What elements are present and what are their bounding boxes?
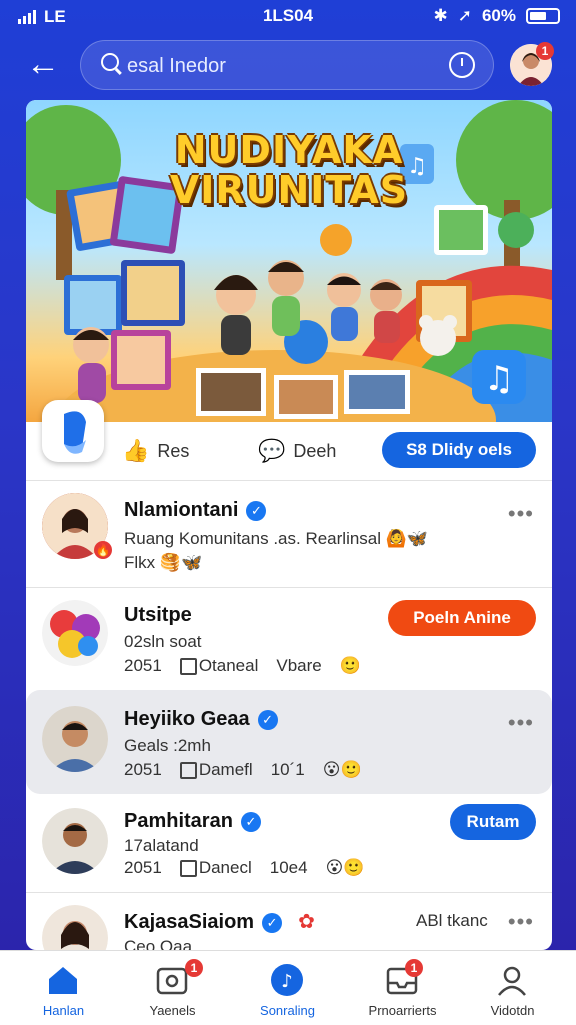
home-icon xyxy=(49,967,77,994)
search-input[interactable] xyxy=(125,49,429,83)
meta-year: 2051 xyxy=(124,858,162,877)
item-meta: 2051 Danecl 10e4 😮🙂 xyxy=(124,858,364,878)
svg-text:♪: ♪ xyxy=(281,971,293,992)
battery-percent: 60% xyxy=(481,6,516,25)
nav-badge: 1 xyxy=(405,959,423,977)
avatar xyxy=(42,706,108,772)
nav-label: Vidotdn xyxy=(490,1003,535,1018)
item-line2: Flkx 🥞🦋 xyxy=(124,553,203,572)
comment-icon: 💬 xyxy=(258,438,286,463)
location-icon: ➚ xyxy=(457,6,472,25)
smiley-icon: 🙂 xyxy=(339,656,361,675)
action-row: 👍 Res 💬 Deeh S8 Dlidy oels xyxy=(26,422,552,480)
avatar xyxy=(42,808,108,874)
avatar-badge: 🔥 xyxy=(94,541,112,559)
flower-icon: ✿ xyxy=(298,911,315,933)
nav-home[interactable]: Hanlan xyxy=(6,951,121,1025)
profile-icon xyxy=(498,966,526,996)
like-label: Res xyxy=(157,440,190,461)
emoji-icon: 🥞🦋 xyxy=(159,553,203,572)
verified-icon: ✓ xyxy=(240,811,261,832)
more-options-icon[interactable]: ••• xyxy=(508,501,534,527)
item-line1: 17alatand xyxy=(124,836,199,855)
meta-year: 2051 xyxy=(124,656,162,675)
meta-date: Otaneal xyxy=(179,656,258,676)
meta-extra: Vbare xyxy=(276,656,322,675)
item-line1: 02sln soat xyxy=(124,632,202,651)
top-bar: ← 1 xyxy=(0,38,576,94)
banner-illustration: ♫ ♫ NUDIYAKA VIRUNITAS xyxy=(26,100,552,422)
item-meta: 2051 Otaneal Vbare 🙂 xyxy=(124,656,361,676)
music-icon: ♪ xyxy=(271,964,303,996)
meta-year: 2051 xyxy=(124,760,162,779)
nav-badge: 1 xyxy=(185,959,203,977)
reels-icon xyxy=(156,967,188,995)
emoji-icon: 😮🙂 xyxy=(325,858,365,877)
nav-inbox[interactable]: 1 Prnoarrierts xyxy=(345,951,460,1025)
meta-date: Danecl xyxy=(179,858,252,878)
item-line1: Ceo Oaa xyxy=(124,937,193,950)
community-card: ♫ ♫ NUDIYAKA VIRUNITAS 👍 Res 💬 Deeh S8 D… xyxy=(26,100,552,950)
list-item[interactable]: Utsitpe Poeln Anine 02sln soat 2051 Otan… xyxy=(26,588,552,690)
item-line1: Geals :2mh xyxy=(124,736,211,755)
status-bar: LE 1LS04 ✱ ➚ 60% xyxy=(0,0,576,32)
verified-icon: ✓ xyxy=(257,709,278,730)
more-options-icon[interactable]: ••• xyxy=(508,710,534,736)
bottom-nav: Hanlan 1 Yaenels ♪ Sonraling 1 Prnoarrie… xyxy=(0,950,576,1025)
back-arrow-icon[interactable]: ← xyxy=(26,47,66,84)
list-item[interactable]: KajasaSiaiom ✓ ✿ ABl tkanc ••• Ceo Oaa xyxy=(26,893,552,950)
item-meta: 2051 Damefl 10´1 😮🙂 xyxy=(124,760,362,780)
meta-date: Damefl xyxy=(179,760,253,780)
avatar xyxy=(42,905,108,950)
list-item[interactable]: Pamhitaran ✓ Rutam 17alatand 2051 Danecl … xyxy=(26,794,552,892)
meta-extra: 10e4 xyxy=(269,858,308,877)
calendar-icon xyxy=(179,762,197,780)
timer-icon[interactable] xyxy=(449,52,475,78)
item-name: Pamhitaran ✓ xyxy=(124,810,261,833)
item-name: KajasaSiaiom ✓ ✿ xyxy=(124,911,315,933)
nav-label: Yaenels xyxy=(149,1003,196,1018)
emoji-icon: 😮🙂 xyxy=(322,760,362,779)
follow-button[interactable]: Rutam xyxy=(450,804,536,840)
nav-label: Prnoarrierts xyxy=(368,1003,437,1018)
join-community-button[interactable]: S8 Dlidy oels xyxy=(382,432,536,468)
more-options-icon[interactable]: ••• xyxy=(508,909,534,935)
search-bar[interactable] xyxy=(80,40,494,90)
avatar-notification-badge: 1 xyxy=(536,42,554,60)
list-item[interactable]: Heyiiko Geaa ✓ ••• Geals :2mh 2051 Damefl… xyxy=(26,690,552,794)
battery-icon xyxy=(526,8,560,24)
nav-profile[interactable]: Vidotdn xyxy=(455,951,570,1025)
search-icon xyxy=(101,53,119,71)
thumbs-up-icon: 👍 xyxy=(122,438,150,463)
meta-extra: 10´1 xyxy=(270,760,305,779)
nav-label: Hanlan xyxy=(42,1003,85,1018)
nav-music[interactable]: ♪ Sonraling xyxy=(230,951,345,1025)
calendar-icon xyxy=(179,658,197,676)
comment-button[interactable]: 💬 Deeh xyxy=(258,438,336,464)
avatar xyxy=(42,600,108,666)
bluetooth-icon: ✱ xyxy=(433,6,448,25)
calendar-icon xyxy=(179,860,197,878)
verified-icon: ✓ xyxy=(262,912,283,933)
item-name: Nlamiontani ✓ xyxy=(124,499,267,522)
item-name: Utsitpe xyxy=(124,604,192,626)
join-button[interactable]: Poeln Anine xyxy=(388,600,536,636)
svg-text:♫: ♫ xyxy=(484,359,514,399)
emoji-icon: 🙆🦋 xyxy=(385,529,429,548)
comment-label: Deeh xyxy=(293,440,337,461)
item-line1: Ruang Komunitans .as. Rearlinsal 🙆🦋 xyxy=(124,529,429,548)
like-button[interactable]: 👍 Res xyxy=(122,438,189,464)
list-item[interactable]: 🔥 Nlamiontani ✓ ••• Ruang Komunitans .as.… xyxy=(26,481,552,587)
banner-title: NUDIYAKA VIRUNITAS xyxy=(169,128,409,212)
item-name: Heyiiko Geaa ✓ xyxy=(124,708,278,731)
nav-reels[interactable]: 1 Yaenels xyxy=(115,951,230,1025)
nav-label: Sonraling xyxy=(260,1003,315,1018)
verified-icon: ✓ xyxy=(246,500,267,521)
item-extra: ABl tkanc xyxy=(416,911,488,930)
